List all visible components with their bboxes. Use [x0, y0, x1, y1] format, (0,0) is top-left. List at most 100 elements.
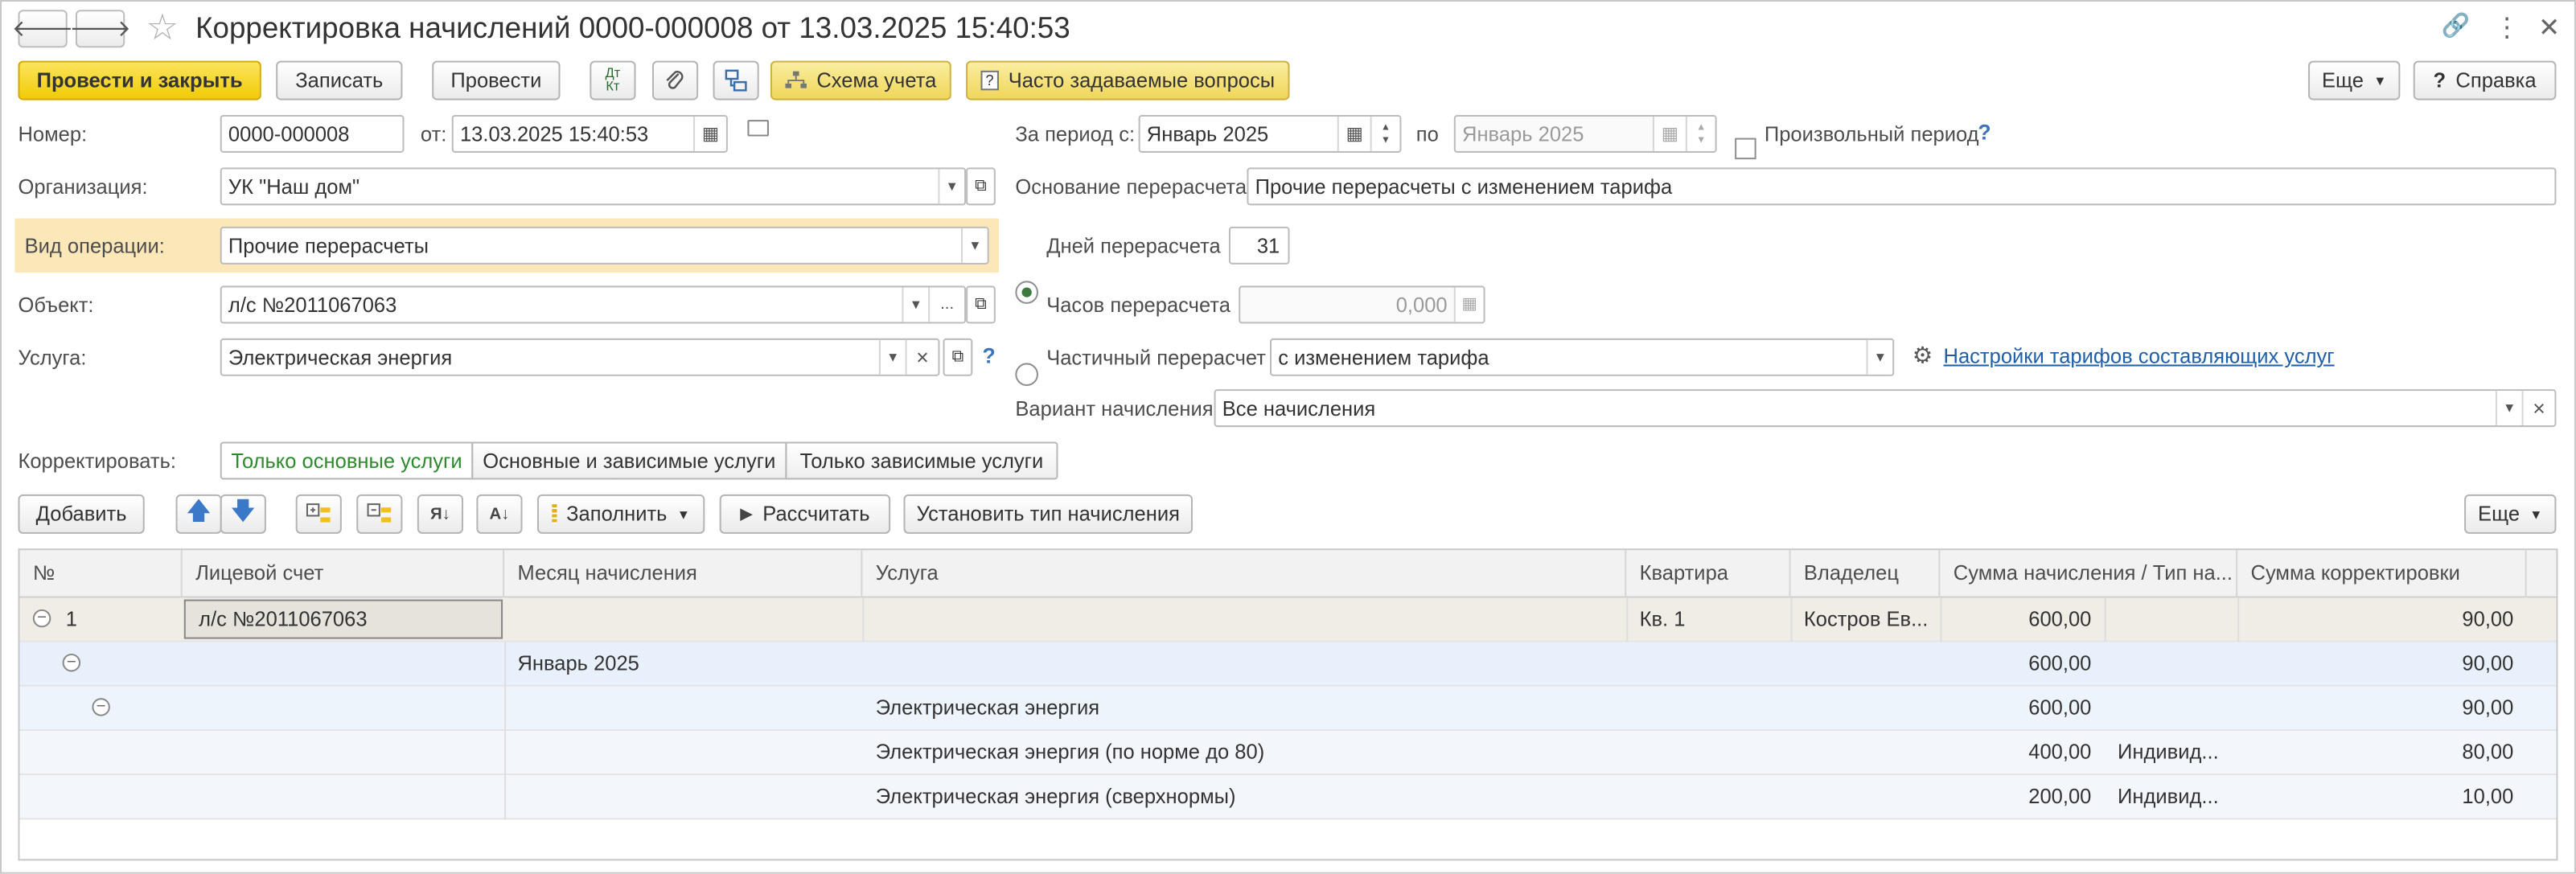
sort-asc-button[interactable]: Я↓ [417, 494, 464, 534]
attach-button[interactable] [651, 60, 699, 101]
hours-label: Часов перерасчета [1046, 293, 1230, 318]
chevron-down-icon[interactable]: ▼ [878, 339, 906, 375]
favorite-star-icon[interactable]: ☆ [146, 6, 179, 49]
collapse-all-button[interactable] [356, 494, 403, 534]
col-header-sum[interactable]: Сумма начисления / Тип на... [1940, 550, 2238, 598]
table-row[interactable]: − 1 л/с №2011067063 Кв. 1 Костров Ев... … [19, 597, 2557, 642]
cell-service: Электрическая энергия (сверхнормы) [875, 785, 1236, 809]
comment-icon[interactable] [747, 120, 769, 137]
structure-button[interactable] [713, 60, 759, 101]
days-field[interactable]: 31 [1228, 226, 1290, 265]
arbitrary-period-checkbox[interactable] [1735, 137, 1756, 160]
correct-option-dependent[interactable]: Только зависимые услуги [785, 441, 1058, 480]
chevron-down-icon[interactable]: ▼ [1866, 339, 1893, 375]
tariff-settings-link[interactable]: Настройки тарифов составляющих услуг [1944, 345, 2335, 368]
days-label: Дней перерасчета [1046, 235, 1221, 258]
add-row-button[interactable]: Добавить [18, 494, 145, 534]
back-button[interactable]: 🡐 [12, 10, 73, 48]
table-row[interactable]: − Январь 2025 600,00 90,00 [19, 642, 2557, 687]
calendar-icon: ▦ [1652, 117, 1686, 151]
help-question-icon[interactable]: ? [1978, 120, 1991, 145]
object-field[interactable]: л/с №2011067063 ▼ ... [220, 285, 967, 324]
more-menu-icon[interactable]: ⋮ [2494, 11, 2521, 44]
sort-ascending-icon: Я↓ [429, 505, 450, 523]
period-from-field[interactable]: Январь 2025 ▦ ▲ ▼ [1138, 114, 1402, 153]
calendar-icon[interactable]: ▦ [1337, 117, 1370, 151]
variant-field[interactable]: Все начисления ▼ × [1214, 389, 2557, 428]
expand-tree-icon [306, 503, 331, 523]
cell-owner: Костров Ев... [1803, 607, 1929, 631]
cell-service: Электрическая энергия [875, 696, 1100, 720]
cell-sum: 600,00 [2028, 696, 2092, 720]
partial-recalc-field[interactable]: с изменением тарифа ▼ [1270, 338, 1895, 376]
service-field[interactable]: Электрическая энергия ▼ × [220, 338, 940, 376]
open-org-button[interactable]: ⧉ [966, 167, 996, 206]
period-to-value: Январь 2025 [1462, 122, 1584, 146]
org-field[interactable]: УК "Наш дом" ▼ [220, 167, 967, 206]
help-button[interactable]: ? Справка [2413, 60, 2557, 101]
col-header-number[interactable]: № [20, 550, 183, 598]
col-header-service[interactable]: Услуга [862, 550, 1627, 598]
hours-radio[interactable] [1015, 363, 1038, 387]
post-and-close-button[interactable]: Провести и закрыть [18, 60, 261, 101]
dropdown-arrow-icon: ▼ [2529, 507, 2543, 522]
collapse-node-icon[interactable]: − [62, 653, 81, 672]
variant-label: Вариант начисления: [1015, 397, 1219, 421]
calculate-button[interactable]: ▶ Рассчитать [719, 494, 891, 534]
hierarchy-icon [725, 69, 747, 92]
table-more-button[interactable]: Еще ▼ [2464, 494, 2557, 534]
paperclip-icon [666, 71, 684, 89]
link-icon[interactable]: 🔗 [2441, 11, 2470, 39]
move-up-button[interactable]: 🡅 [175, 494, 222, 534]
number-field[interactable]: 0000-000008 [220, 114, 405, 153]
chevron-down-icon[interactable]: ▼ [902, 287, 929, 322]
date-label: от: [420, 123, 447, 146]
col-header-month[interactable]: Месяц начисления [504, 550, 863, 598]
cell-correction: 90,00 [2462, 607, 2514, 631]
table-row[interactable]: − Электрическая энергия 600,00 90,00 [19, 686, 2557, 732]
col-header-owner[interactable]: Владелец [1791, 550, 1941, 598]
gear-icon[interactable]: ⚙ [1912, 342, 1933, 370]
forward-button[interactable]: 🡒 [69, 10, 131, 48]
period-spinner[interactable]: ▲ ▼ [1370, 117, 1400, 151]
open-object-button[interactable]: ⧉ [966, 285, 996, 324]
col-header-apartment[interactable]: Квартира [1626, 550, 1791, 598]
col-header-account[interactable]: Лицевой счет [183, 550, 505, 598]
fill-button[interactable]: Заполнить ▼ [536, 494, 705, 534]
calendar-icon[interactable]: ▦ [693, 117, 726, 151]
table-row[interactable]: Электрическая энергия (сверхнормы) 200,0… [19, 775, 2557, 820]
op-type-field[interactable]: Прочие перерасчеты ▼ [220, 226, 989, 265]
fill-label: Заполнить [566, 503, 668, 526]
faq-button[interactable]: ? Часто задаваемые вопросы [966, 60, 1290, 101]
chevron-down-icon[interactable]: ▼ [960, 228, 988, 263]
chevron-down-icon[interactable]: ▼ [2495, 391, 2522, 426]
dt-kt-button[interactable]: Дт Кт [590, 60, 636, 101]
clear-icon[interactable]: × [905, 339, 939, 375]
chevron-down-icon[interactable]: ▼ [938, 169, 965, 204]
open-service-button[interactable]: ⧉ [943, 338, 973, 376]
clear-icon[interactable]: × [2521, 391, 2555, 426]
more-button[interactable]: Еще ▼ [2307, 60, 2401, 101]
close-icon[interactable]: ✕ [2538, 11, 2560, 44]
recalc-basis-field[interactable]: Прочие перерасчеты с изменением тарифа [1247, 167, 2557, 206]
days-radio[interactable] [1015, 281, 1038, 304]
col-header-correction[interactable]: Сумма корректировки [2237, 550, 2527, 598]
select-dots-button[interactable]: ... [928, 287, 965, 322]
correct-option-main-and-dependent[interactable]: Основные и зависимые услуги [471, 441, 787, 480]
sort-desc-button[interactable]: А↓ [476, 494, 523, 534]
service-help-icon[interactable]: ? [983, 343, 996, 368]
post-button[interactable]: Провести [432, 60, 561, 101]
accounting-scheme-button[interactable]: Схема учета [770, 60, 951, 101]
correct-option-main[interactable]: Только основные услуги [220, 441, 474, 480]
expand-all-button[interactable] [295, 494, 342, 534]
table-row[interactable]: Электрическая энергия (по норме до 80) 4… [19, 731, 2557, 776]
question-box-icon: ? [980, 70, 999, 91]
collapse-node-icon[interactable]: − [32, 609, 51, 628]
collapse-node-icon[interactable]: − [92, 698, 110, 716]
cell-account[interactable]: л/с №2011067063 [183, 599, 503, 639]
move-down-button[interactable]: 🡇 [220, 494, 266, 534]
save-button[interactable]: Записать [276, 60, 403, 101]
set-charge-type-button[interactable]: Установить тип начисления [903, 494, 1194, 534]
date-field[interactable]: 13.03.2025 15:40:53 ▦ [451, 114, 728, 153]
scheme-icon [785, 71, 807, 88]
